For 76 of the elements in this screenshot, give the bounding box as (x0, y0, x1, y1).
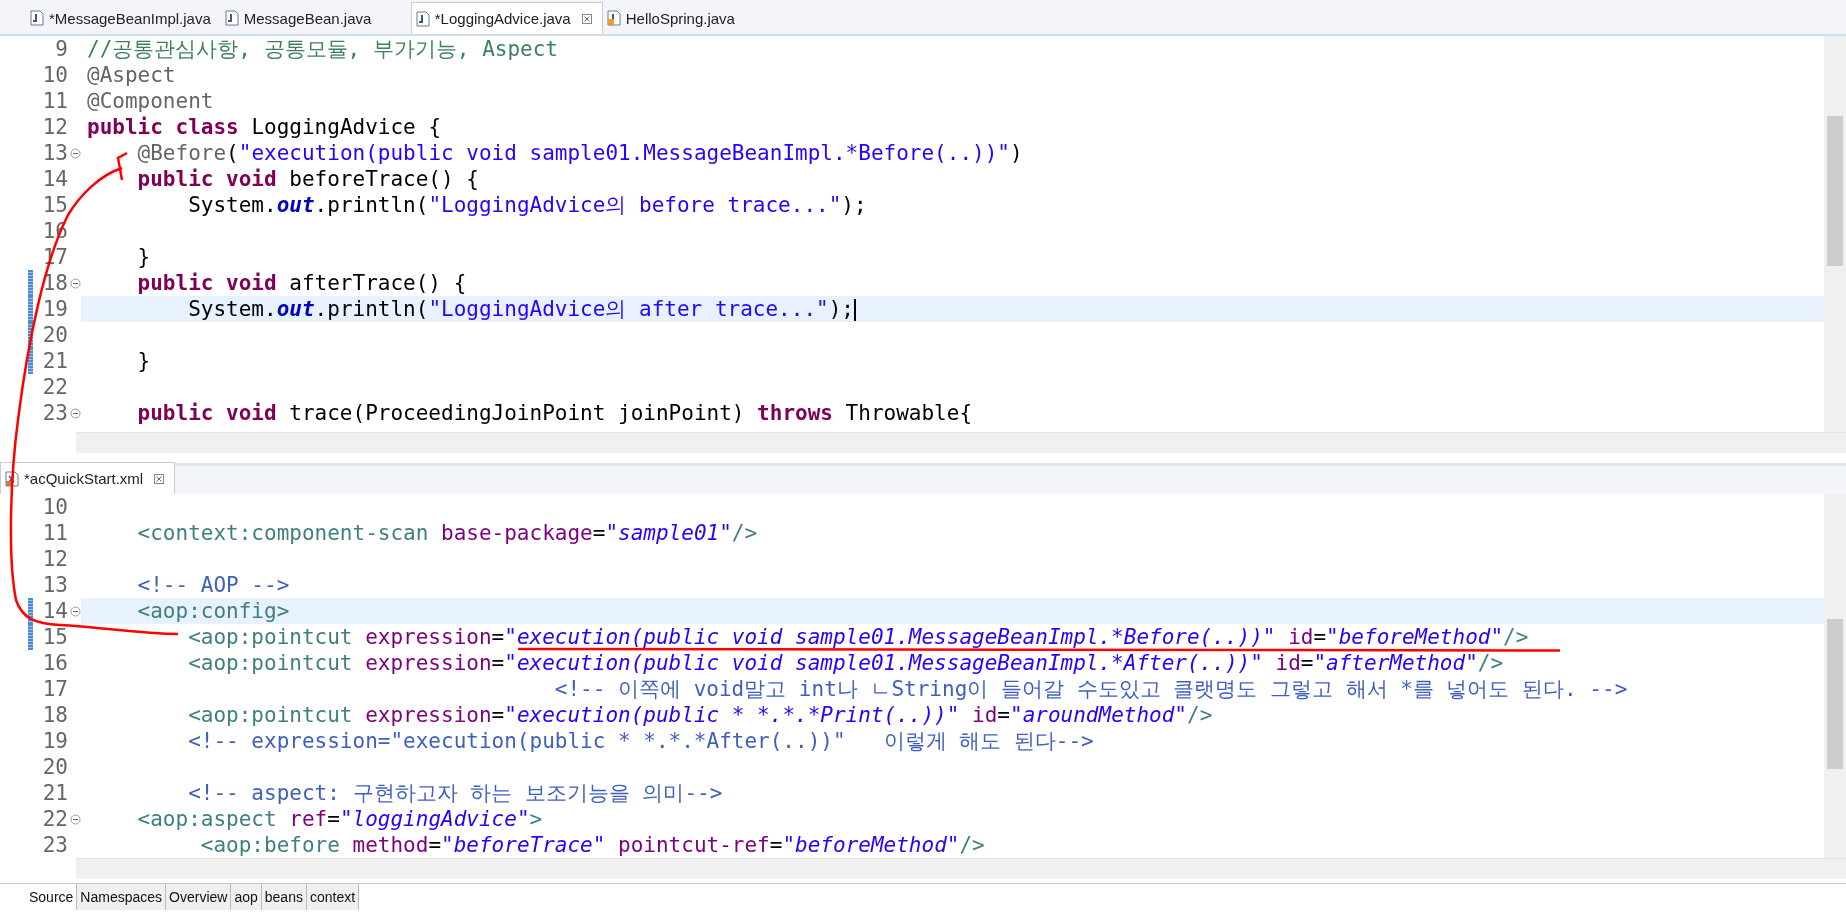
code-line: @Component (87, 91, 214, 111)
close-icon[interactable] (154, 473, 165, 484)
line-number: 10 (42, 63, 69, 87)
line-number: 20 (42, 323, 69, 347)
code-line: <aop:pointcut expression="execution(public * *.*.*Print(..))" id="aroundMethod"/> (187, 705, 1213, 725)
line-number: 13 (42, 141, 69, 165)
line-number: 17 (42, 677, 69, 701)
java-file-icon (606, 10, 621, 26)
code-line: <!-- 이쪽에 void말고 int나 ㄴString이 들어갈 수도있고 클랫명도 그렇고 해서 *를 넣어도 된다. --> (553, 679, 1628, 699)
line-number: 18 (42, 703, 69, 727)
line-number: 14 (42, 599, 69, 623)
vertical-scrollbar[interactable] (1824, 494, 1846, 858)
line-number: 20 (42, 755, 69, 779)
page-tab[interactable]: Namespaces (77, 884, 167, 910)
line-number: 9 (55, 37, 69, 61)
collapse-icon[interactable] (70, 605, 81, 617)
page-tab[interactable]: Source (26, 884, 78, 910)
line-number: 22 (42, 375, 69, 399)
code-line: System.out.println("LoggingAdvice의 after trace..."); (187, 299, 856, 319)
line-number: 11 (42, 521, 69, 545)
collapse-icon[interactable] (70, 147, 81, 159)
code-line: } (136, 247, 151, 267)
collapse-icon[interactable] (70, 407, 81, 419)
page-tab[interactable]: context (306, 884, 360, 910)
line-number: 22 (42, 807, 69, 831)
page-tab[interactable]: beans (261, 884, 307, 910)
line-number: 11 (42, 89, 69, 113)
line-number: 18 (42, 271, 69, 295)
code-line: public void afterTrace() { (136, 273, 467, 293)
code-line: //공통관심사항, 공통모듈, 부가기능, Aspect (87, 39, 558, 59)
code-line: public class LoggingAdvice { (87, 117, 442, 137)
code-line: <!-- AOP --> (136, 575, 290, 595)
code-line: <context:component-scan base-package="sample01"/> (136, 523, 758, 543)
code-line: <!-- aspect: 구현하고자 하는 보조기능을 의미--> (187, 783, 723, 803)
code-line: } (136, 351, 151, 371)
line-number: 14 (42, 167, 69, 191)
java-file-icon (415, 10, 430, 27)
horizontal-scrollbar[interactable] (76, 432, 1846, 453)
collapse-icon[interactable] (70, 813, 81, 825)
editor-tab[interactable]: *acQuickStart.xml (0, 462, 176, 494)
line-number: 23 (42, 401, 69, 425)
editor-tab[interactable]: MessageBean.java (220, 2, 411, 34)
code-line: <aop:aspect ref="loggingAdvice"> (136, 809, 543, 829)
vertical-scrollbar[interactable] (1824, 36, 1846, 432)
editor-tab[interactable]: *LoggingAdvice.java (410, 2, 603, 34)
code-line: public void beforeTrace() { (136, 169, 479, 189)
java-file-icon (30, 10, 44, 26)
code-line: <aop:before method="beforeTrace" pointcut-ref="beforeMethod"/> (199, 835, 985, 855)
line-number: 19 (42, 297, 69, 321)
line-number: 12 (42, 547, 69, 571)
code-line: <!-- expression="execution(public * *.*.*After(..))" 이렇게 해도 된다--> (187, 731, 1094, 751)
editor-tab[interactable]: HelloSpring.java (602, 2, 793, 34)
line-number: 12 (42, 115, 69, 139)
line-number: 15 (42, 193, 69, 217)
page-tab[interactable]: Overview (166, 884, 232, 910)
line-number: 21 (42, 781, 69, 805)
line-number: 13 (42, 573, 69, 597)
code-line: <aop:pointcut expression="execution(public void sample01.MessageBeanImpl.*Before(..))" id="beforeMethod"/> (187, 627, 1529, 647)
code-line: @Before("execution(public void sample01.MessageBeanImpl.*Before(..))") (136, 143, 1023, 163)
line-number: 23 (42, 833, 69, 857)
code-line: @Aspect (87, 65, 176, 85)
java-file-icon (224, 10, 239, 26)
line-number: 21 (42, 349, 69, 373)
line-number: 16 (42, 651, 69, 675)
code-line: <aop:config> (136, 601, 290, 621)
code-line: <aop:pointcut expression="execution(public void sample01.MessageBeanImpl.*After(..))" id="afterMethod"/> (187, 653, 1504, 673)
close-icon[interactable] (581, 13, 592, 24)
page-tab[interactable]: aop (231, 884, 262, 910)
line-number: 15 (42, 625, 69, 649)
code-line: public void trace(ProceedingJoinPoint joinPoint) throws Throwable{ (136, 403, 973, 423)
editor-tab[interactable]: *MessageBeanImpl.java (26, 2, 221, 34)
collapse-icon[interactable] (70, 277, 81, 289)
code-line: System.out.println("LoggingAdvice의 before trace..."); (187, 195, 867, 215)
line-number: 10 (42, 495, 69, 519)
line-number: 19 (42, 729, 69, 753)
horizontal-scrollbar[interactable] (76, 858, 1846, 879)
